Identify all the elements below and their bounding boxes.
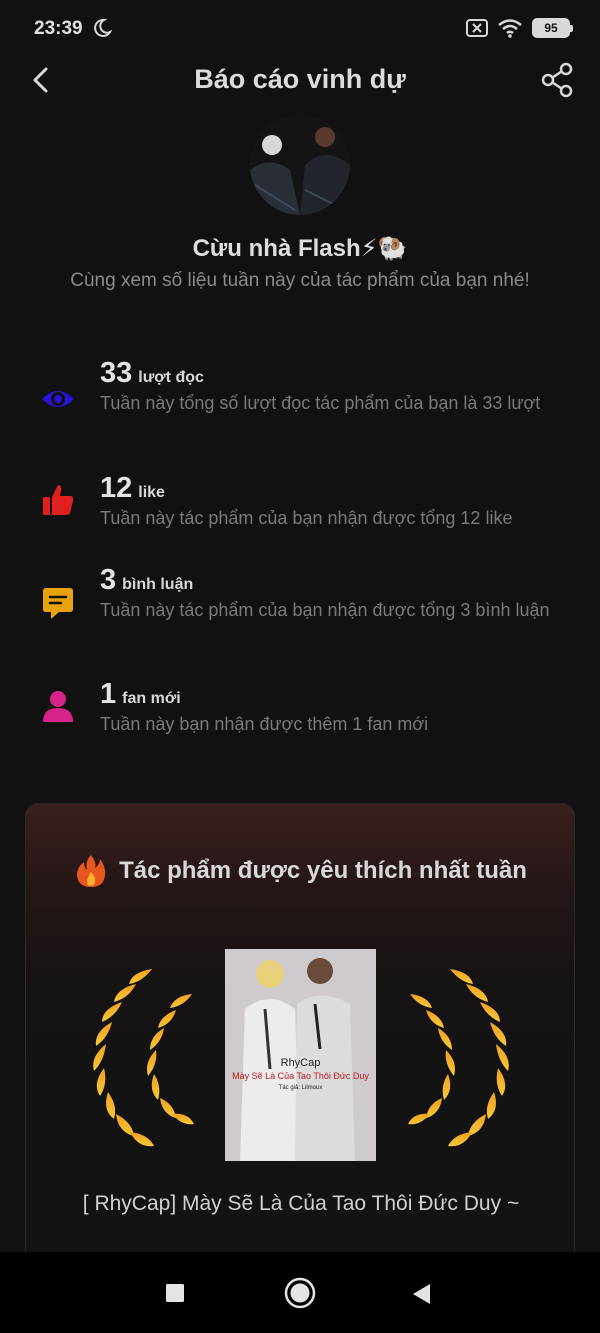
- stat-value: 33: [100, 357, 133, 389]
- cover-line2: Mày Sẽ Là Của Tao Thôi Đức Duy: [232, 1071, 369, 1081]
- stat-description: Tuần này tác phẩm của bạn nhận được tổng…: [100, 600, 550, 620]
- laurel-right-icon: [408, 969, 509, 1147]
- navigation-bar: [0, 1252, 600, 1333]
- eye-icon: [42, 391, 74, 407]
- cover-line3: Tác giả: Lilmoux: [278, 1085, 323, 1091]
- share-button[interactable]: [540, 62, 576, 98]
- stat-value: 1: [100, 678, 117, 710]
- home-button[interactable]: [284, 1277, 316, 1309]
- wifi-icon: [498, 19, 522, 38]
- stat-unit: like: [138, 484, 165, 501]
- stat-unit: fan mới: [122, 690, 181, 707]
- cover-line1: RhyCap: [280, 1057, 321, 1069]
- book-title[interactable]: [ RhyCap] Mày Sẽ Là Của Tao Thôi Đức Duy…: [26, 1192, 574, 1216]
- book-cover[interactable]: RhyCap Mày Sẽ Là Của Tao Thôi Đức Duy Tá…: [225, 949, 376, 1161]
- laurel-left-icon: [93, 969, 194, 1147]
- sim-off-icon: [466, 19, 488, 37]
- stat-description: Tuần này tổng số lượt đọc tác phẩm của b…: [100, 393, 541, 413]
- recents-button[interactable]: [165, 1283, 185, 1303]
- user-name: Cừu nhà Flash⚡🐏: [192, 235, 408, 262]
- status-time: 23:39: [34, 18, 83, 39]
- avatar: [250, 115, 350, 215]
- profile-subtitle: Cùng xem số liệu tuần này của tác phẩm c…: [70, 270, 530, 291]
- favorite-title: Tác phẩm được yêu thích nhất tuần: [119, 857, 527, 884]
- battery-indicator: 95: [532, 18, 573, 38]
- stat-description: Tuần này tác phẩm của bạn nhận được tổng…: [100, 508, 513, 528]
- user-icon: [43, 691, 73, 722]
- fire-icon: [77, 855, 106, 887]
- stat-unit: bình luận: [122, 576, 194, 593]
- page-title: Báo cáo vinh dự: [194, 64, 406, 94]
- stat-description: Tuần này bạn nhận được thêm 1 fan mới: [100, 714, 429, 734]
- stat-value: 12: [100, 472, 133, 504]
- stat-unit: lượt đọc: [138, 369, 204, 386]
- favorite-work-card[interactable]: Tác phẩm được yêu thích nhất tuần RhyCap…: [25, 803, 575, 1283]
- status-bar: 23:39 95: [0, 0, 600, 58]
- moon-icon: [94, 18, 112, 37]
- stat-value: 3: [100, 564, 117, 596]
- back-nav-button[interactable]: [411, 1283, 431, 1305]
- thumbs-up-icon: [43, 485, 74, 515]
- comment-icon: [43, 588, 73, 619]
